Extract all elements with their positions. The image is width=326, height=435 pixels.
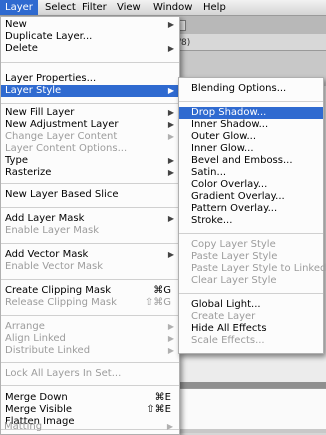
- chevron-right-icon: ▶: [167, 168, 174, 177]
- menu-item-type[interactable]: Type ▶: [1, 155, 179, 167]
- shortcut-label: ⇧⌘E: [146, 404, 171, 415]
- menu-item-scale-effects: Scale Effects...: [191, 335, 265, 346]
- menu-item-change-layer-content: Change Layer Content ▶: [5, 131, 174, 142]
- chevron-right-icon: ▶: [167, 322, 174, 331]
- menubar-layer[interactable]: Layer: [0, 0, 38, 15]
- menu-item-enable-layer-mask: Enable Layer Mask: [5, 225, 100, 236]
- menu-item-arrange: Arrange ▶: [5, 321, 174, 332]
- menu-item-new[interactable]: New ▶: [1, 19, 179, 31]
- chevron-right-icon: ▶: [167, 250, 174, 259]
- menu-separator: [1, 315, 179, 316]
- menu-item-drop-shadow[interactable]: Drop Shadow...: [179, 107, 323, 119]
- layer-style-submenu: Blending Options... Drop Shadow... Inner…: [178, 77, 326, 354]
- shortcut-label: ⇧⌘G: [144, 297, 171, 308]
- chevron-right-icon: ▶: [167, 156, 174, 165]
- menu-item-paste-layer-style-to-linked: Paste Layer Style to Linked: [191, 263, 326, 274]
- menu-item-layer-content-options: Layer Content Options...: [5, 143, 128, 154]
- menubar-select[interactable]: Select: [40, 0, 81, 15]
- options-toolbar: [158, 16, 326, 35]
- menu-separator: [1, 279, 179, 280]
- chevron-right-icon: ▶: [167, 334, 174, 343]
- menu-item-add-vector-mask[interactable]: Add Vector Mask ▶: [1, 249, 179, 261]
- menu-item-stroke[interactable]: Stroke...: [179, 215, 323, 227]
- menu-item-outer-glow[interactable]: Outer Glow...: [179, 131, 323, 143]
- menu-item-align-linked: Align Linked ▶: [5, 333, 174, 344]
- menu-separator: [179, 101, 323, 102]
- chevron-right-icon: ▶: [167, 120, 174, 129]
- menu-item-inner-shadow[interactable]: Inner Shadow...: [179, 119, 323, 131]
- menu-item-color-overlay[interactable]: Color Overlay...: [179, 179, 323, 191]
- menu-item-merge-down[interactable]: Merge Down ⌘E: [1, 392, 179, 404]
- menu-item-satin[interactable]: Satin...: [179, 167, 323, 179]
- menu-item-hide-all-effects[interactable]: Hide All Effects: [179, 323, 323, 335]
- menu-item-clear-layer-style: Clear Layer Style: [191, 275, 277, 286]
- menu-item-matting-visible: Matting ▶: [4, 421, 173, 432]
- menu-item-duplicate-layer[interactable]: Duplicate Layer...: [1, 31, 179, 43]
- app-menubar: Layer Select Filter View Window Help: [0, 0, 326, 16]
- menu-item-merge-visible[interactable]: Merge Visible ⇧⌘E: [1, 404, 179, 416]
- chevron-right-icon: ▶: [167, 44, 174, 53]
- menu-item-new-layer-based-slice[interactable]: New Layer Based Slice: [1, 189, 179, 201]
- menu-separator: [1, 362, 179, 363]
- menu-item-create-layer: Create Layer: [191, 311, 256, 322]
- menubar-window[interactable]: Window: [148, 0, 197, 15]
- menu-item-new-adjustment-layer[interactable]: New Adjustment Layer ▶: [1, 119, 179, 131]
- menu-item-lock-all-layers: Lock All Layers In Set...: [5, 368, 122, 379]
- menu-item-layer-style[interactable]: Layer Style ▶: [1, 85, 179, 97]
- menu-separator: [179, 233, 323, 234]
- menu-separator: [1, 183, 179, 184]
- chevron-right-icon: ▶: [167, 346, 174, 355]
- menu-item-gradient-overlay[interactable]: Gradient Overlay...: [179, 191, 323, 203]
- document-footer: [158, 388, 326, 429]
- chevron-right-icon: ▶: [166, 422, 173, 431]
- layer-menu: New ▶ Duplicate Layer... Delete ▶ Layer Pr…: [0, 16, 180, 435]
- menu-separator: [1, 103, 179, 104]
- menu-item-create-clipping-mask[interactable]: Create Clipping Mask ⌘G: [1, 285, 179, 297]
- menu-item-release-clipping-mask: Release Clipping Mask ⇧⌘G: [5, 297, 171, 308]
- menu-separator: [1, 62, 179, 63]
- chevron-right-icon: ▶: [167, 214, 174, 223]
- menu-separator: [179, 293, 323, 294]
- menu-item-copy-layer-style: Copy Layer Style: [191, 239, 276, 250]
- shortcut-label: ⌘G: [153, 285, 171, 296]
- menu-item-distribute-linked: Distribute Linked ▶: [5, 345, 174, 356]
- chevron-right-icon: ▶: [167, 132, 174, 141]
- menubar-help[interactable]: Help: [198, 0, 231, 15]
- menu-separator: [1, 243, 179, 244]
- menu-item-layer-properties[interactable]: Layer Properties...: [1, 73, 179, 85]
- chevron-right-icon: ▶: [167, 20, 174, 29]
- menu-separator: [1, 207, 179, 208]
- menubar-filter[interactable]: Filter: [77, 0, 112, 15]
- menu-item-global-light[interactable]: Global Light...: [179, 299, 323, 311]
- menu-item-inner-glow[interactable]: Inner Glow...: [179, 143, 323, 155]
- menu-item-add-layer-mask[interactable]: Add Layer Mask ▶: [1, 213, 179, 225]
- menu-item-enable-vector-mask: Enable Vector Mask: [5, 261, 104, 272]
- menu-item-rasterize[interactable]: Rasterize ▶: [1, 167, 179, 179]
- chevron-right-icon: ▶: [167, 108, 174, 117]
- menu-item-delete[interactable]: Delete ▶: [1, 43, 179, 55]
- chevron-right-icon: ▶: [167, 86, 174, 95]
- menu-item-blending-options[interactable]: Blending Options...: [179, 83, 323, 95]
- menubar-view[interactable]: View: [112, 0, 146, 15]
- menu-item-new-fill-layer[interactable]: New Fill Layer ▶: [1, 107, 179, 119]
- menu-separator: [1, 385, 179, 386]
- menu-item-pattern-overlay[interactable]: Pattern Overlay...: [179, 203, 323, 215]
- shortcut-label: ⌘E: [154, 392, 171, 403]
- menu-item-bevel-and-emboss[interactable]: Bevel and Emboss...: [179, 155, 323, 167]
- menu-item-paste-layer-style: Paste Layer Style: [191, 251, 278, 262]
